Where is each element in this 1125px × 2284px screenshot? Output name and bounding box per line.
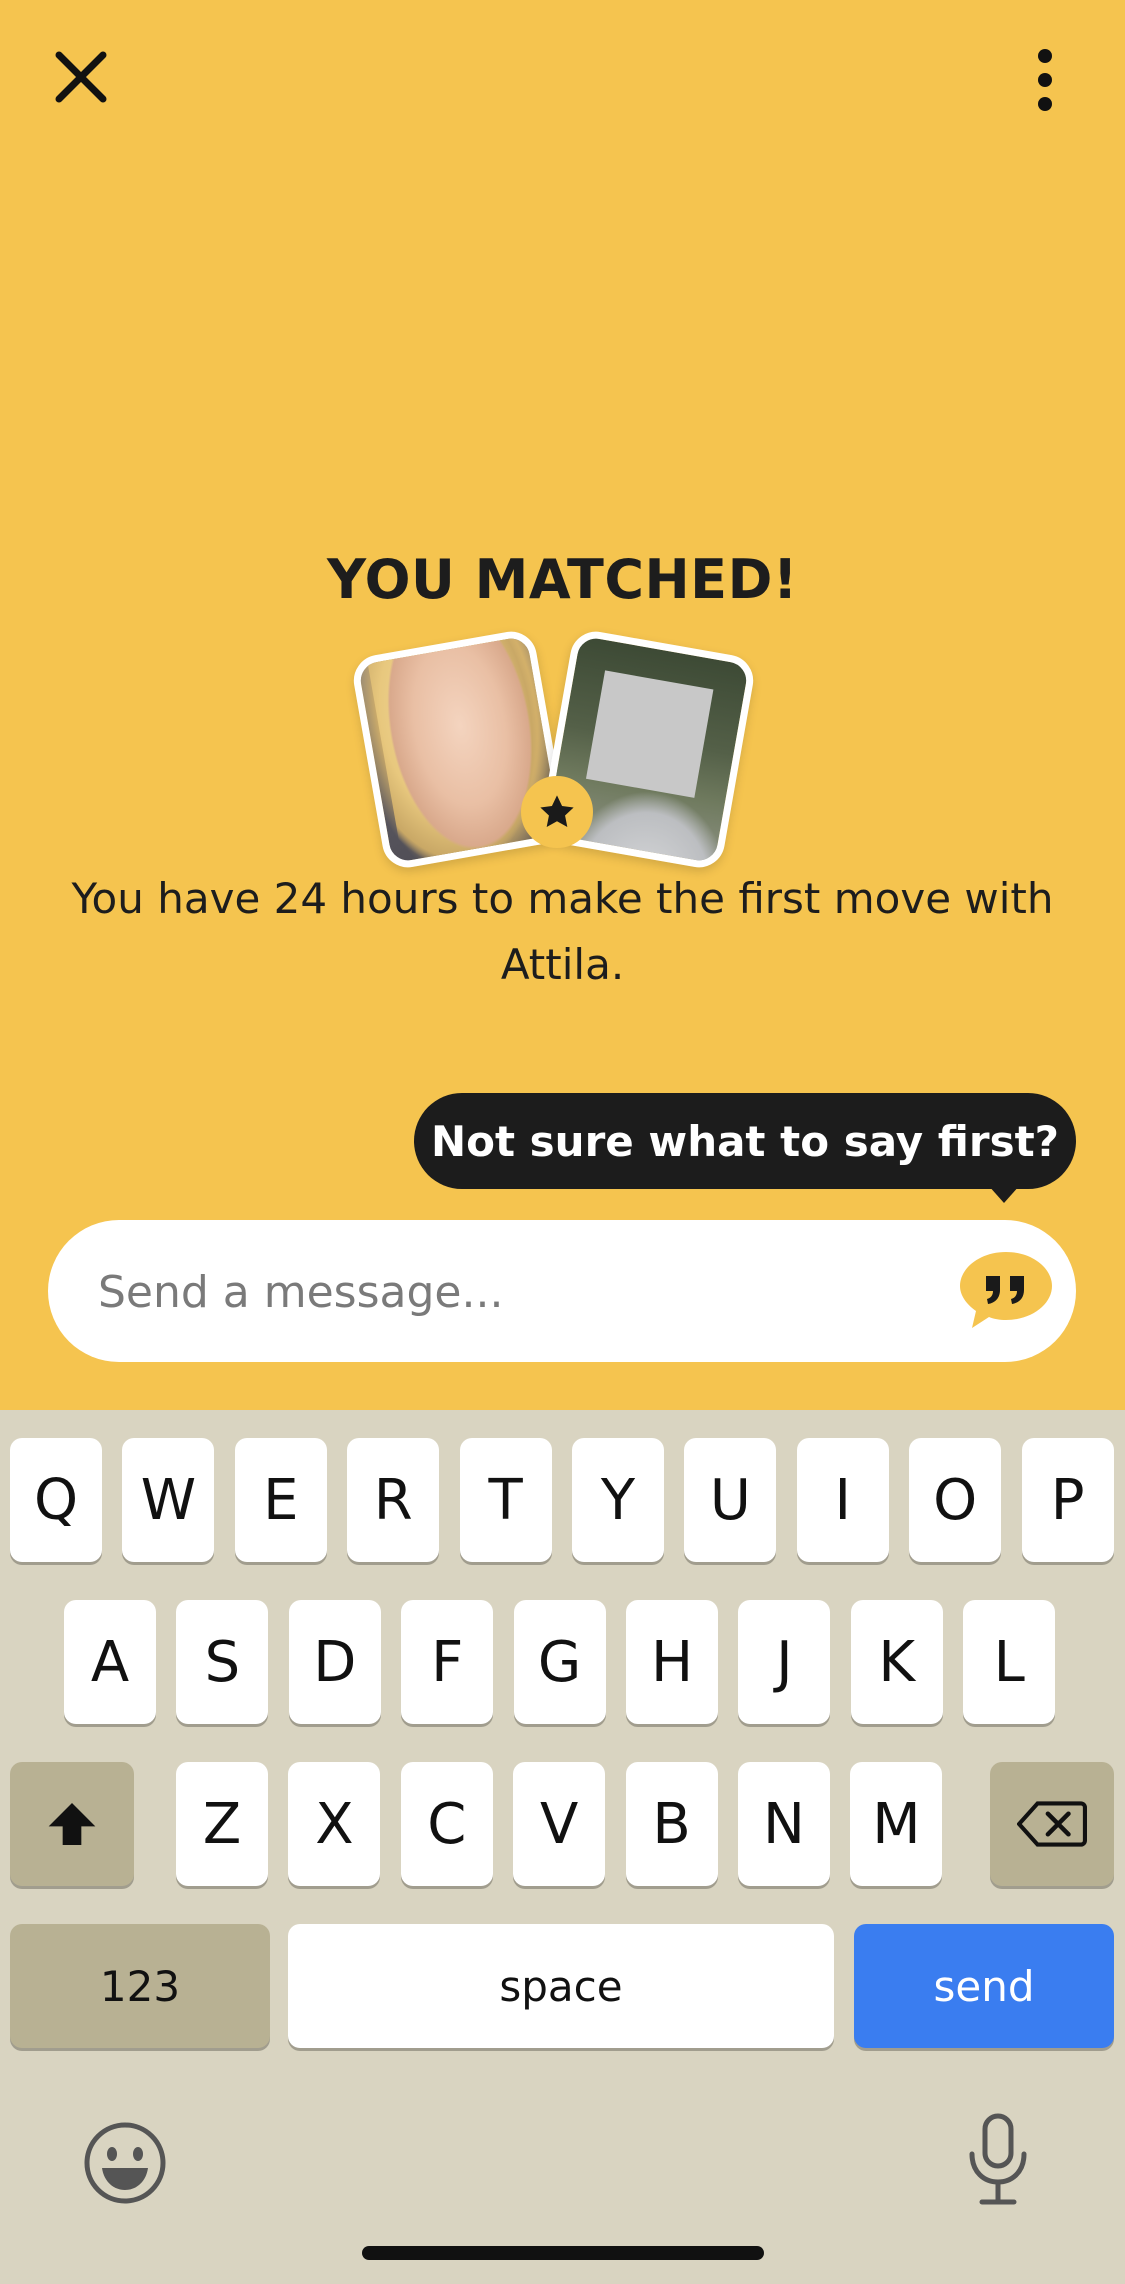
key-q[interactable]: Q xyxy=(10,1438,102,1562)
close-icon xyxy=(55,51,107,103)
key-a[interactable]: A xyxy=(64,1600,156,1724)
emoji-icon xyxy=(84,2122,166,2204)
key-o[interactable]: O xyxy=(909,1438,1002,1562)
key-r[interactable]: R xyxy=(347,1438,440,1562)
more-vertical-icon xyxy=(1038,49,1052,111)
microphone-button[interactable] xyxy=(958,2110,1038,2210)
shift-key[interactable] xyxy=(10,1762,134,1886)
message-input[interactable] xyxy=(96,1220,940,1364)
emoji-button[interactable] xyxy=(80,2118,170,2208)
key-i[interactable]: I xyxy=(796,1438,889,1562)
key-t[interactable]: T xyxy=(459,1438,552,1562)
space-key[interactable]: space xyxy=(288,1924,834,2048)
quote-bubble-icon xyxy=(960,1252,1052,1328)
key-j[interactable]: J xyxy=(738,1600,831,1724)
key-g[interactable]: G xyxy=(513,1600,606,1724)
key-p[interactable]: P xyxy=(1021,1438,1114,1562)
key-c[interactable]: C xyxy=(400,1762,493,1886)
key-e[interactable]: E xyxy=(234,1438,327,1562)
key-f[interactable]: F xyxy=(401,1600,494,1724)
key-z[interactable]: Z xyxy=(176,1762,268,1886)
tooltip-tail xyxy=(988,1185,1020,1203)
key-h[interactable]: H xyxy=(626,1600,718,1724)
key-v[interactable]: V xyxy=(513,1762,606,1886)
face-redaction xyxy=(585,670,714,798)
shift-icon xyxy=(48,1803,96,1845)
key-w[interactable]: W xyxy=(122,1438,215,1562)
key-n[interactable]: N xyxy=(738,1762,830,1886)
top-bar xyxy=(0,0,1125,160)
first-move-suggestion-tooltip[interactable]: Not sure what to say first? xyxy=(414,1093,1076,1189)
key-d[interactable]: D xyxy=(288,1600,381,1724)
match-subtitle: You have 24 hours to make the first move… xyxy=(71,874,1054,989)
keyboard: QWERTYUIOP ASDFGHJKL ZXCVBNM 123 space s… xyxy=(0,1410,1125,2284)
home-indicator xyxy=(362,2246,764,2260)
key-u[interactable]: U xyxy=(684,1438,777,1562)
star-icon xyxy=(540,795,574,828)
match-title: YOU MATCHED! xyxy=(326,548,799,611)
star-badge xyxy=(521,776,593,848)
key-l[interactable]: L xyxy=(963,1600,1056,1724)
numbers-key[interactable]: 123 xyxy=(10,1924,270,2048)
close-button[interactable] xyxy=(46,42,116,112)
key-s[interactable]: S xyxy=(176,1600,269,1724)
match-photos xyxy=(349,627,775,872)
key-k[interactable]: K xyxy=(850,1600,943,1724)
key-y[interactable]: Y xyxy=(572,1438,664,1562)
backspace-key[interactable] xyxy=(990,1762,1114,1886)
key-b[interactable]: B xyxy=(625,1762,718,1886)
more-options-button[interactable] xyxy=(1010,40,1080,120)
key-m[interactable]: M xyxy=(850,1762,943,1886)
opening-moves-button[interactable] xyxy=(956,1248,1056,1332)
microphone-icon xyxy=(969,2113,1027,2205)
key-x[interactable]: X xyxy=(288,1762,381,1886)
send-key[interactable]: send xyxy=(854,1924,1114,2048)
message-bar xyxy=(48,1220,1076,1364)
backspace-icon xyxy=(1017,1801,1087,1847)
